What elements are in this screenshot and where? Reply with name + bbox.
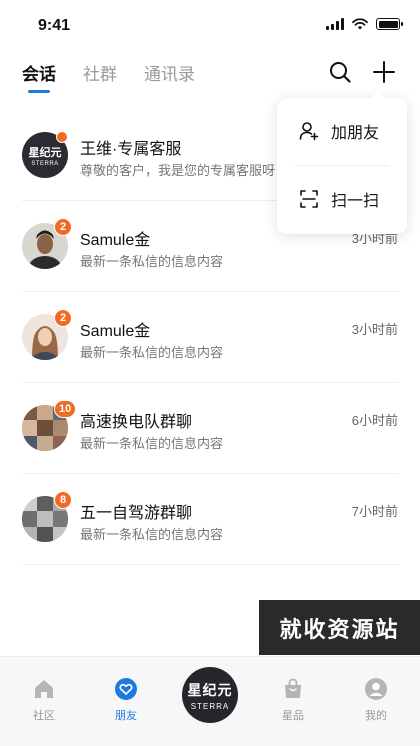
logo-subtext: STERRA [190, 701, 230, 711]
menu-item-add-friend[interactable]: 加朋友 [277, 98, 407, 164]
conversation-time: 6小时前 [351, 413, 398, 428]
nav-item-products[interactable]: 星品 [263, 677, 323, 723]
tab-community[interactable]: 社群 [83, 60, 117, 93]
unread-badge: 2 [54, 309, 72, 327]
search-icon[interactable] [328, 60, 352, 84]
list-item[interactable]: 10 高速换电队群聊 最新一条私信的信息内容 6小时前 [22, 383, 398, 474]
conversation-title: 高速换电队群聊 [80, 414, 193, 431]
cellular-signal-icon [326, 18, 344, 30]
friends-icon [115, 678, 137, 700]
conversation-preview: 尊敬的客户，我是您的专属客服呀 [80, 163, 276, 178]
status-bar: 9:41 [0, 0, 420, 50]
nav-label: 我的 [365, 710, 387, 722]
nav-item-friends[interactable]: 朋友 [96, 677, 156, 723]
status-time: 9:41 [38, 17, 71, 34]
list-item[interactable]: 2 Samule金 最新一条私信的信息内容 3小时前 [22, 292, 398, 383]
unread-badge: 8 [54, 491, 72, 509]
conversation-preview: 最新一条私信的信息内容 [80, 527, 224, 542]
conversation-time: 7小时前 [351, 504, 398, 519]
tab-label: 社群 [83, 65, 117, 84]
menu-item-label: 扫一扫 [331, 193, 380, 210]
tab-label: 通讯录 [144, 65, 195, 84]
menu-item-scan[interactable]: 扫一扫 [277, 166, 407, 232]
unread-dot [56, 131, 68, 143]
nav-item-community[interactable]: 社区 [14, 677, 74, 723]
unread-badge: 10 [54, 400, 77, 418]
logo-text: 星纪元 [187, 681, 233, 698]
active-tab-indicator [28, 90, 50, 93]
add-menu-dropdown: 加朋友 扫一扫 [277, 91, 407, 234]
unread-badge: 2 [54, 218, 72, 236]
scan-icon [300, 190, 318, 208]
conversation-preview: 最新一条私信的信息内容 [80, 436, 224, 451]
home-icon [35, 680, 53, 698]
status-icons [326, 18, 403, 30]
tab-conversations[interactable]: 会话 [22, 60, 56, 93]
add-user-icon [299, 122, 319, 141]
battery-icon [376, 18, 403, 30]
tab-label: 会话 [22, 65, 56, 84]
shopping-bag-icon [285, 678, 301, 698]
conversation-preview: 最新一条私信的信息内容 [80, 345, 224, 360]
logo-subtext: STERRA [31, 160, 59, 167]
tab-contacts[interactable]: 通讯录 [144, 60, 195, 93]
list-item[interactable]: 8 五一自驾游群聊 最新一条私信的信息内容 7小时前 [22, 474, 398, 565]
profile-icon [365, 678, 387, 700]
plus-icon[interactable] [372, 60, 396, 84]
center-brand-button[interactable]: 星纪元 STERRA [182, 667, 238, 723]
menu-item-label: 加朋友 [331, 125, 380, 142]
conversation-title: Samule金 [80, 232, 151, 249]
nav-item-profile[interactable]: 我的 [346, 677, 406, 723]
nav-label: 朋友 [115, 710, 137, 722]
nav-label: 星品 [282, 710, 304, 722]
wifi-icon [352, 18, 368, 30]
top-tabs: 会话 社群 通讯录 [22, 60, 195, 93]
logo-text: 星纪元 [28, 146, 62, 159]
watermark: 就收资源站 [259, 600, 420, 655]
conversation-title: Samule金 [80, 323, 151, 340]
nav-label: 社区 [33, 710, 55, 722]
conversation-title: 五一自驾游群聊 [80, 505, 193, 522]
conversation-time: 3小时前 [351, 322, 398, 337]
conversation-title: 王维·专属客服 [80, 141, 182, 158]
bottom-nav: 社区 朋友 星纪元 STERRA 星品 我的 [0, 656, 420, 746]
conversation-preview: 最新一条私信的信息内容 [80, 254, 224, 269]
